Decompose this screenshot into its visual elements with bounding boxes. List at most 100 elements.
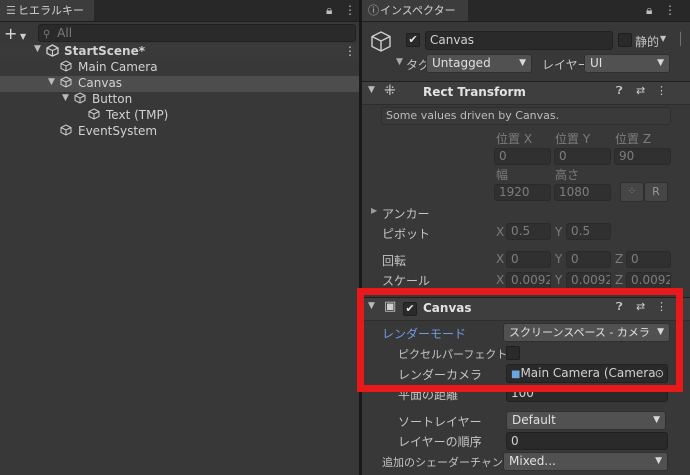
static-checkbox[interactable] xyxy=(618,33,632,47)
gameobject-large-icon xyxy=(370,30,392,57)
pos-y-field[interactable]: 0 xyxy=(554,148,611,165)
hierarchy-search-input[interactable]: ⚲ All xyxy=(38,24,356,42)
canvas-component-icon: ▣ xyxy=(384,299,397,314)
chevron-down-icon: ▼ xyxy=(519,58,526,68)
pixel-perfect-checkbox[interactable] xyxy=(506,346,520,360)
anchor-label[interactable]: アンカー xyxy=(382,205,430,222)
pos-y-label: 位置 Y xyxy=(555,132,591,146)
render-camera-label: レンダーカメラ xyxy=(398,368,483,382)
rotation-y-field[interactable]: 0 xyxy=(566,251,611,268)
scale-z-field[interactable]: 0.0092 xyxy=(626,272,671,289)
add-object-button[interactable]: + ▼ xyxy=(4,24,26,43)
more-menu-icon[interactable]: ⋮ xyxy=(664,3,676,17)
hierarchy-item-text-tmp[interactable]: Text (TMP) xyxy=(0,108,359,124)
gameobject-icon xyxy=(88,108,100,123)
expand-arrow-icon[interactable]: ▼ xyxy=(48,77,55,87)
hierarchy-item-button[interactable]: ▼ Button xyxy=(0,92,359,108)
unity-scene-icon xyxy=(46,44,59,60)
expand-arrow-icon[interactable]: ▼ xyxy=(396,57,403,67)
pivot-y-field[interactable]: 0.5 xyxy=(566,223,611,240)
rotation-label: 回転 xyxy=(382,254,407,268)
width-field[interactable]: 1920 xyxy=(494,184,551,201)
object-name-field[interactable]: Canvas xyxy=(425,31,613,50)
gameobject-icon xyxy=(74,92,86,107)
chevron-down-icon[interactable]: ▼ xyxy=(660,34,666,43)
chevron-down-icon: ▼ xyxy=(653,415,660,425)
static-label: 静的 xyxy=(635,35,660,49)
rotation-x-label: X xyxy=(496,252,505,266)
pixel-perfect-label: ピクセルパーフェクト xyxy=(398,348,508,361)
shader-channels-dropdown[interactable]: Mixed... ▼ xyxy=(503,452,668,471)
active-checkbox[interactable]: ✔ xyxy=(406,33,420,47)
rect-transform-title: Rect Transform xyxy=(423,85,526,99)
preset-icon[interactable]: ⇄ xyxy=(636,300,645,313)
order-in-layer-field[interactable]: 0 xyxy=(506,432,668,450)
rect-transform-header[interactable]: ▼ ⁜ Rect Transform ❓︎ ⇄ ⋮ xyxy=(362,81,690,105)
gameobject-icon xyxy=(60,76,72,91)
scale-label: スケール xyxy=(382,274,431,288)
chevron-down-icon: ▼ xyxy=(657,58,664,68)
hierarchy-item-main-camera[interactable]: Main Camera xyxy=(0,60,359,76)
component-menu-icon[interactable]: ⋮ xyxy=(656,300,667,313)
render-mode-dropdown[interactable]: スクリーンスペース - カメラ ▼ xyxy=(503,323,670,342)
hierarchy-item-eventsystem[interactable]: EventSystem xyxy=(0,124,359,140)
more-menu-icon[interactable]: ⋮ xyxy=(344,3,356,17)
help-icon[interactable]: ❓︎ xyxy=(616,300,623,314)
render-mode-label: レンダーモード xyxy=(382,327,467,341)
scene-menu-icon[interactable]: ⋮ xyxy=(344,44,356,58)
scrollbar[interactable]: │ xyxy=(677,32,684,46)
driven-note: Some values driven by Canvas. xyxy=(381,107,671,125)
expand-arrow-icon[interactable]: ▼ xyxy=(34,44,41,54)
pos-x-label: 位置 X xyxy=(496,132,533,146)
hierarchy-tab-bar: ☰ ヒエラルキー 🔒︎ ⋮ xyxy=(0,0,359,22)
plane-distance-label: 平面の距離 xyxy=(398,388,459,402)
rotation-z-label: Z xyxy=(615,252,624,266)
sorting-layer-label: ソートレイヤー xyxy=(398,415,482,429)
expand-arrow-icon[interactable]: ▶ xyxy=(371,206,377,215)
width-label: 幅 xyxy=(496,168,509,182)
pos-x-field[interactable]: 0 xyxy=(494,148,551,165)
gameobject-icon xyxy=(60,60,72,75)
blueprint-mode-button[interactable]: ⁘ xyxy=(620,182,644,202)
rotation-y-label: Y xyxy=(555,252,563,266)
inspector-tab-bar: ⓘインスペクター 🔒︎ ⋮ xyxy=(362,0,690,22)
expand-arrow-icon[interactable]: ▼ xyxy=(62,93,69,103)
order-in-layer-label: レイヤーの順序 xyxy=(398,435,482,449)
scale-x-label: X xyxy=(496,273,505,287)
rotation-x-field[interactable]: 0 xyxy=(506,251,551,268)
preset-icon[interactable]: ⇄ xyxy=(636,84,645,97)
layer-dropdown[interactable]: UI ▼ xyxy=(584,54,670,73)
inspector-panel: ⓘインスペクター 🔒︎ ⋮ ✔ Canvas 静的 ▼ │ ▼ タグ Untag… xyxy=(362,0,690,475)
collapse-arrow-icon[interactable]: ▼ xyxy=(368,85,375,95)
tag-dropdown[interactable]: Untagged ▼ xyxy=(426,54,532,73)
shader-channels-label: 追加のシェーダーチャンネル xyxy=(382,456,502,469)
rect-transform-icon: ⁜ xyxy=(384,83,396,99)
tab-hierarchy[interactable]: ☰ ヒエラルキー xyxy=(0,0,94,21)
collapse-arrow-icon[interactable]: ▼ xyxy=(368,301,375,311)
scene-row[interactable]: ▼ StartScene* ⋮ xyxy=(0,44,359,60)
canvas-component-header[interactable]: ▼ ▣ ✔ Canvas ❓︎ ⇄ ⋮ xyxy=(362,297,690,321)
pivot-x-label: X xyxy=(496,225,505,239)
tab-inspector[interactable]: ⓘインスペクター xyxy=(362,0,468,21)
pivot-x-field[interactable]: 0.5 xyxy=(506,223,551,240)
scale-y-field[interactable]: 0.0092 xyxy=(566,272,611,289)
help-icon[interactable]: ❓︎ xyxy=(616,84,623,98)
object-picker-icon[interactable]: ⊙ xyxy=(654,365,664,382)
rotation-z-field[interactable]: 0 xyxy=(626,251,671,268)
render-camera-field[interactable]: ■Main Camera (Camera) ⊙ xyxy=(506,364,668,383)
pos-z-label: 位置 Z xyxy=(615,132,652,146)
lock-icon[interactable]: 🔒︎ xyxy=(326,3,332,18)
lock-icon[interactable]: 🔒︎ xyxy=(646,3,652,18)
plane-distance-field[interactable]: 100 xyxy=(506,385,668,402)
pos-z-field[interactable]: 90 xyxy=(614,148,671,165)
component-menu-icon[interactable]: ⋮ xyxy=(656,84,667,97)
hierarchy-panel: ☰ ヒエラルキー 🔒︎ ⋮ + ▼ ⚲ All ▼ StartScene* ⋮ M… xyxy=(0,0,359,475)
scale-x-field[interactable]: 0.0092 xyxy=(506,272,551,289)
hierarchy-item-canvas[interactable]: ▼ Canvas xyxy=(0,76,359,92)
pivot-label: ピボット xyxy=(382,227,431,241)
height-field[interactable]: 1080 xyxy=(554,184,611,201)
sorting-layer-dropdown[interactable]: Default ▼ xyxy=(506,411,666,430)
canvas-component-title: Canvas xyxy=(423,301,472,315)
canvas-enabled-checkbox[interactable]: ✔ xyxy=(403,302,417,316)
raw-edit-button[interactable]: R xyxy=(644,182,668,202)
